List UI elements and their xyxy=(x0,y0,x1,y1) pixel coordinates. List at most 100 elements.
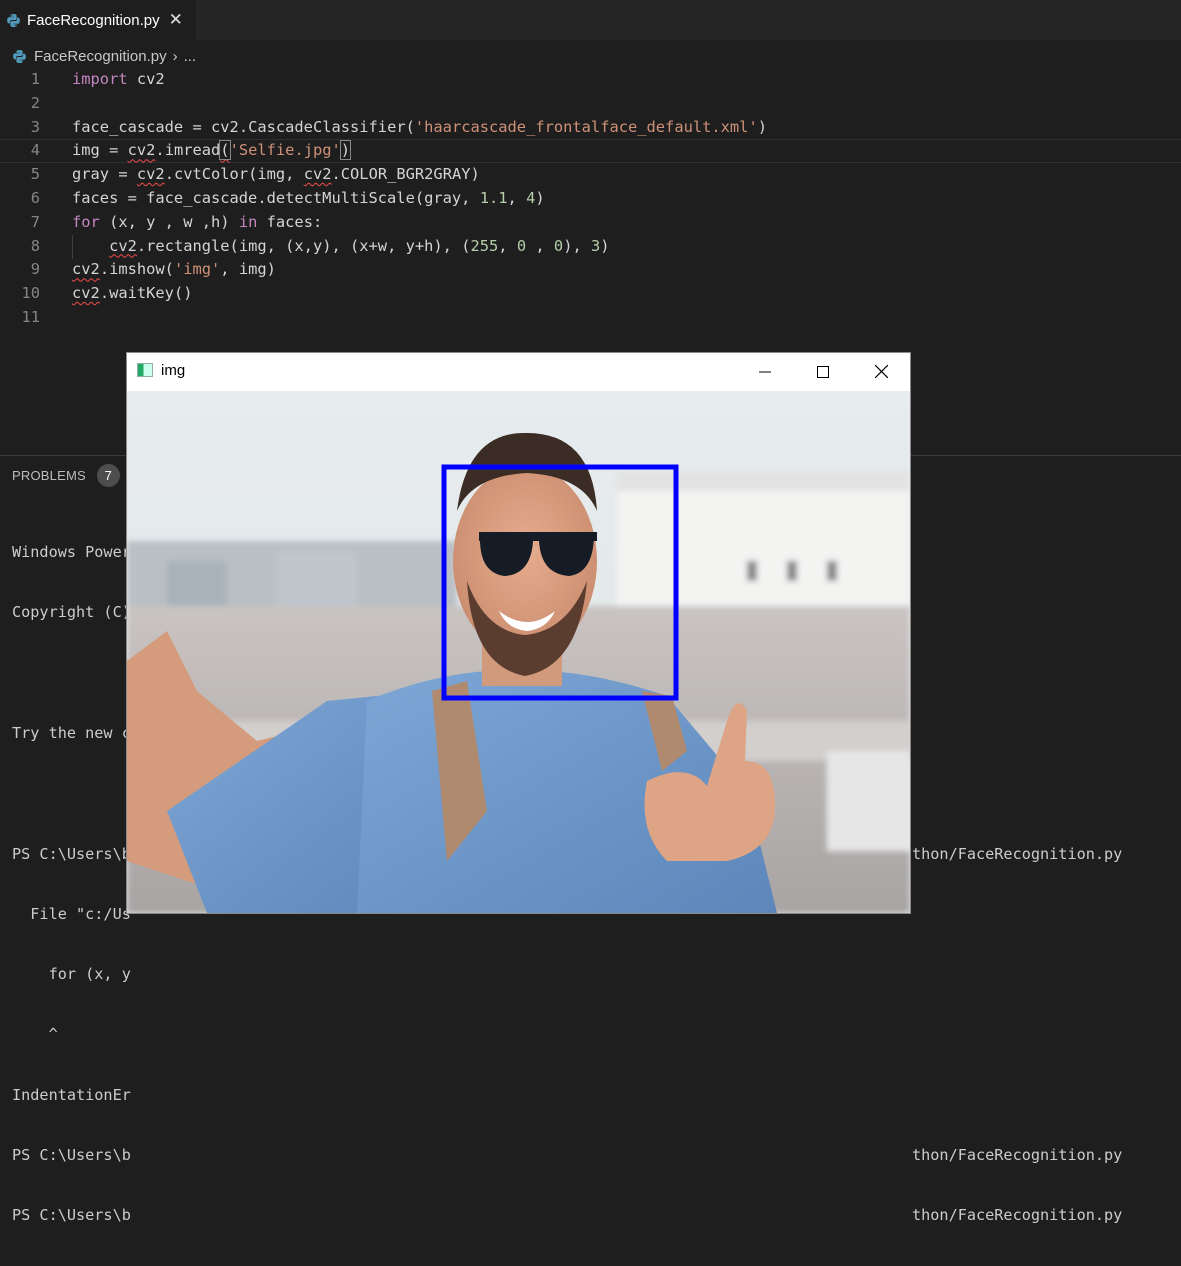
line-number: 10 xyxy=(21,284,40,303)
code-token: ) xyxy=(339,140,352,161)
breadcrumb-more[interactable]: ... xyxy=(184,48,197,65)
python-file-icon xyxy=(12,49,27,64)
code-editor[interactable]: 1 import cv2 2 3 face_cascade = cv2.Cascad… xyxy=(0,68,1181,330)
line-number: 1 xyxy=(30,70,40,88)
problems-label: PROBLEMS xyxy=(12,468,86,483)
code-line: 2 xyxy=(0,92,1181,116)
code-token: .rectangle(img, (x,y), (x+w, y+h), ( xyxy=(136,236,471,255)
line-number: 6 xyxy=(30,188,40,207)
code-token: .COLOR_BGR2GRAY) xyxy=(331,165,480,184)
line-number: 8 xyxy=(30,236,40,255)
tab-label: FaceRecognition.py xyxy=(27,11,160,29)
terminal-line: Copyright (C) xyxy=(12,603,131,622)
line-number: 5 xyxy=(30,165,40,184)
code-token: (x, y , w ,h) xyxy=(99,212,239,231)
code-token: , img) xyxy=(220,260,276,279)
terminal-output[interactable]: Windows Power Copyright (C) Try the new … xyxy=(12,502,1122,1266)
code-line: 10 cv2.waitKey() xyxy=(0,282,1181,306)
terminal-line: Try the new c xyxy=(12,724,131,743)
terminal-line: Windows Power xyxy=(12,543,131,562)
breadcrumb-file[interactable]: FaceRecognition.py xyxy=(34,48,167,65)
terminal-text: PS C:\Users\b xyxy=(12,844,131,863)
maximize-button[interactable] xyxy=(794,353,852,390)
code-token: ( xyxy=(219,140,231,161)
code-token: gray = xyxy=(72,165,137,184)
code-token: ) xyxy=(757,117,767,136)
code-token: ) xyxy=(600,236,610,255)
line-number: 7 xyxy=(30,212,40,231)
code-token: cv2 xyxy=(127,70,165,88)
code-line: 6 faces = face_cascade.detectMultiScale(g… xyxy=(0,187,1181,211)
problems-count-badge: 7 xyxy=(96,464,120,487)
opencv-image-window[interactable]: img xyxy=(126,352,911,914)
code-token: 0 xyxy=(553,236,564,255)
terminal-line: PS C:\Users\b thon/FaceRecognition.py xyxy=(12,1205,1122,1225)
code-token: .imread xyxy=(155,141,221,160)
code-token: .CascadeClassifier( xyxy=(238,117,415,136)
code-token: cv2 xyxy=(303,165,332,184)
code-line-current: 4 img = cv2.imread('Selfie.jpg') xyxy=(0,139,1181,163)
code-token: cv2 xyxy=(109,236,137,255)
code-token: ) xyxy=(535,188,545,207)
close-button[interactable] xyxy=(852,353,910,390)
terminal-line: for (x, y xyxy=(12,965,131,984)
code-token: .cvtColor(img, xyxy=(164,165,304,184)
window-title: img xyxy=(161,362,186,379)
code-token: 0 xyxy=(516,236,527,255)
code-token: cv2 xyxy=(211,117,239,136)
code-token: cv2 xyxy=(72,260,100,279)
line-number: 11 xyxy=(21,307,40,326)
code-token: , xyxy=(526,236,554,255)
code-line: 5 gray = cv2.cvtColor(img, cv2.COLOR_BGR2… xyxy=(0,163,1181,187)
chevron-right-icon: › xyxy=(172,47,178,65)
code-token: in xyxy=(238,212,258,231)
window-app-icon xyxy=(137,363,153,377)
terminal-text: thon/FaceRecognition.py xyxy=(912,1206,1123,1225)
code-token: .imshow( xyxy=(99,260,174,279)
tab-bar: FaceRecognition.py ✕ xyxy=(0,0,1181,40)
code-token: 255 xyxy=(470,236,499,255)
terminal-text: PS C:\Users\b xyxy=(12,1146,131,1164)
terminal-line: PS C:\Users\b thon/FaceRecognition.py xyxy=(12,844,1122,864)
selfie-photo xyxy=(127,391,910,913)
line-number: 4 xyxy=(30,141,40,160)
code-line: 9 cv2.imshow('img', img) xyxy=(0,258,1181,282)
code-token: import xyxy=(72,70,128,88)
tab-problems[interactable]: PROBLEMS 7 xyxy=(12,464,120,487)
code-token: 'haarcascade_frontalface_default.xml' xyxy=(414,117,758,136)
code-token: 'img' xyxy=(173,260,221,279)
window-titlebar[interactable]: img xyxy=(127,353,910,390)
code-token: , xyxy=(507,188,527,207)
line-number: 3 xyxy=(30,117,40,136)
code-line: 3 face_cascade = cv2.CascadeClassifier('h… xyxy=(0,116,1181,140)
code-line: 11 xyxy=(0,306,1181,330)
terminal-text: thon/FaceRecognition.py xyxy=(912,1146,1123,1164)
breadcrumb: FaceRecognition.py › ... xyxy=(12,44,196,68)
code-token: face_cascade = xyxy=(72,117,211,136)
code-token: 1.1 xyxy=(479,188,508,207)
minimize-button[interactable] xyxy=(736,353,794,390)
code-token: faces: xyxy=(257,212,323,231)
minimize-icon xyxy=(759,371,771,372)
terminal-line: ^ xyxy=(12,1025,58,1044)
code-token: , xyxy=(498,236,517,255)
code-token: for xyxy=(72,212,100,231)
code-token: .waitKey() xyxy=(99,284,193,303)
code-token: ), xyxy=(563,236,592,255)
code-token: cv2 xyxy=(136,165,165,184)
code-token: img = xyxy=(72,141,128,160)
tab-facerecognition[interactable]: FaceRecognition.py ✕ xyxy=(0,0,196,40)
tab-close-icon[interactable]: ✕ xyxy=(169,10,183,30)
code-line: 1 import cv2 xyxy=(0,68,1181,92)
code-token: cv2 xyxy=(127,141,156,160)
code-token: faces = face_cascade.detectMultiScale(gr… xyxy=(72,188,480,207)
code-line: 7 for (x, y , w ,h) in faces: xyxy=(0,211,1181,235)
terminal-text: PS C:\Users\b xyxy=(12,1206,131,1225)
python-file-icon xyxy=(6,13,21,28)
terminal-line: IndentationEr xyxy=(12,1085,131,1104)
line-number: 2 xyxy=(30,93,40,112)
terminal-text: thon/FaceRecognition.py xyxy=(912,844,1123,863)
